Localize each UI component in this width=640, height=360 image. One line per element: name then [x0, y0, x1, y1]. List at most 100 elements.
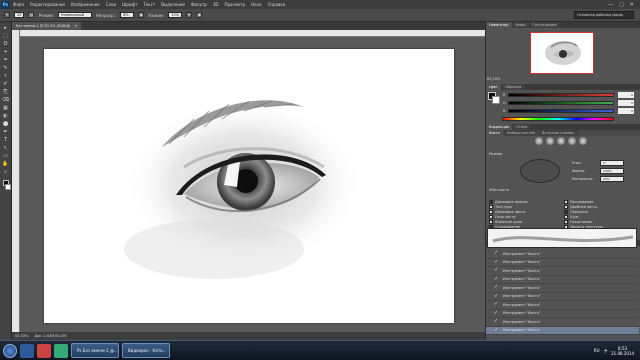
checkbox[interactable]	[564, 210, 568, 214]
brush-subtab[interactable]: Кисть	[486, 130, 503, 136]
brush-option[interactable]: Двойная кисть	[564, 205, 639, 209]
start-button[interactable]	[3, 343, 17, 358]
brush-angle-widget[interactable]	[520, 159, 560, 183]
explorer-icon[interactable]	[20, 343, 34, 358]
color-channel-value[interactable]: 0	[618, 92, 634, 98]
background-swatch[interactable]	[4, 184, 11, 190]
language-indicator[interactable]: RU	[594, 348, 600, 353]
tool-icon[interactable]: ✋	[2, 161, 10, 168]
document-canvas[interactable]	[44, 49, 454, 323]
document-tab[interactable]: Без имени-1 @ 83,3% (RGB/8) ✕	[12, 22, 82, 30]
brush-tip-icon[interactable]	[557, 137, 565, 145]
menu-item[interactable]: Редактирование	[30, 2, 65, 7]
tool-icon[interactable]: ⚕	[2, 73, 10, 80]
history-item[interactable]: ✓ Инструмент "Кисть"	[486, 318, 639, 327]
brush-option[interactable]: Передача	[564, 210, 639, 214]
checkbox[interactable]	[564, 205, 568, 209]
color-channel-slider[interactable]	[508, 93, 614, 97]
tool-icon[interactable]: ✒	[2, 129, 10, 136]
menu-item[interactable]: Слои	[106, 2, 116, 7]
history-item[interactable]: ✓ Инструмент "Кисть"	[486, 293, 639, 301]
media-player-icon[interactable]	[37, 343, 51, 358]
navigator-tab[interactable]: Гистограмма	[529, 22, 560, 28]
history-item[interactable]: ✓ Инструмент "Кисть"	[486, 301, 639, 310]
pressure-size-icon[interactable]: ◉	[196, 12, 203, 18]
brush-field-value[interactable]: 0°	[600, 160, 624, 166]
menu-item[interactable]: 3D	[213, 2, 219, 7]
menu-item[interactable]: Окно	[251, 2, 262, 7]
tool-icon[interactable]: ⎘	[2, 89, 10, 96]
flow-field[interactable]: 10%	[168, 12, 183, 18]
brush-panel-toggle-icon[interactable]: ▤	[28, 12, 35, 18]
volume-icon[interactable]: ◔	[604, 348, 608, 353]
background-color-swatch[interactable]	[492, 96, 500, 104]
clock[interactable]: 8:53 21.08.2014	[611, 346, 634, 356]
checkbox[interactable]	[564, 215, 568, 219]
tool-icon[interactable]: ⬚	[2, 33, 10, 40]
brush-option[interactable]: Текстура	[489, 205, 564, 209]
airbrush-icon[interactable]: ✈	[186, 12, 193, 18]
brush-tip-icon[interactable]	[546, 137, 554, 145]
taskbar-item[interactable]: Видеорол - Ката...	[122, 343, 170, 358]
tool-icon[interactable]: ⌖	[2, 49, 10, 56]
color-channel-slider[interactable]	[508, 109, 614, 113]
color-spectrum[interactable]	[502, 117, 614, 121]
navigator-zoom[interactable]: 83,33%	[487, 77, 500, 81]
checkbox[interactable]	[489, 200, 493, 204]
color-channel-value[interactable]: 0	[618, 108, 634, 114]
taskbar-item[interactable]: Ps Без имени-1 @...	[71, 343, 119, 358]
brush-subtab[interactable]: Наборы кистей	[503, 130, 538, 136]
menu-item[interactable]: Файл	[13, 2, 24, 7]
tool-icon[interactable]: ✎	[2, 65, 10, 72]
tool-icon[interactable]: ʘ	[2, 41, 10, 48]
tool-icon[interactable]: ⬤	[2, 121, 10, 128]
history-item[interactable]: ✓ Инструмент "Кисть"	[486, 310, 639, 318]
brush-tip-icon[interactable]	[579, 137, 587, 145]
color-channel-slider[interactable]	[508, 101, 614, 105]
pressure-opacity-icon[interactable]: ◉	[138, 12, 145, 18]
opacity-field[interactable]: 8%	[120, 12, 135, 18]
navigator-tab[interactable]: Навигатор	[486, 22, 512, 28]
mode-select[interactable]: Нормальный	[57, 12, 92, 18]
tool-icon[interactable]: T	[2, 137, 10, 144]
menu-item[interactable]: Фильтр	[191, 2, 207, 7]
history-item[interactable]: ✓ Инструмент "Кисть"	[486, 276, 639, 284]
brush-option[interactable]: Влажные края	[489, 220, 564, 224]
brush-option[interactable]: Динамика формы	[489, 200, 564, 204]
close-tab-icon[interactable]: ✕	[74, 22, 77, 30]
brush-subtab[interactable]: Источник клонир.	[538, 130, 578, 136]
maximize-button[interactable]: □	[619, 2, 624, 8]
navigator-tab[interactable]: Инфо	[512, 22, 529, 28]
checkbox[interactable]	[489, 220, 493, 224]
tool-icon[interactable]: ▦	[2, 105, 10, 112]
tool-icon[interactable]: ▭	[2, 153, 10, 160]
menu-item[interactable]: Просмотр	[224, 2, 245, 7]
brush-option[interactable]: Шум	[564, 215, 639, 219]
menu-item[interactable]: Шрифт	[122, 2, 137, 7]
brush-option[interactable]: Накопление	[564, 220, 639, 224]
checkbox[interactable]	[489, 210, 493, 214]
menu-item[interactable]: Выделение	[161, 2, 185, 7]
brush-size-field[interactable]: 20	[14, 12, 25, 18]
history-item[interactable]: ✓ Инструмент "Кисть"	[486, 284, 639, 293]
checkbox[interactable]	[489, 215, 493, 219]
checkbox[interactable]	[564, 200, 568, 204]
menu-item[interactable]: Текст	[143, 2, 155, 7]
color-tab[interactable]: Образцы	[501, 84, 525, 90]
brush-field-value[interactable]: 100%	[600, 168, 624, 174]
close-button[interactable]: ✕	[630, 2, 634, 8]
brush-field-value[interactable]: 25%	[600, 176, 624, 182]
color-channel-value[interactable]: 0	[618, 100, 634, 106]
history-item[interactable]: ✓ Инструмент "Кисть"	[486, 259, 639, 267]
menu-item[interactable]: Справка	[268, 2, 286, 7]
checkbox[interactable]	[564, 220, 568, 224]
app-icon[interactable]	[54, 343, 68, 358]
tool-icon[interactable]: ⌗	[2, 57, 10, 64]
menu-item[interactable]: Изображение	[71, 2, 100, 7]
tool-icon[interactable]: ◐	[2, 113, 10, 120]
tool-icon[interactable]: ↖	[2, 145, 10, 152]
history-item[interactable]: ✓ Инструмент "Кисть"	[486, 267, 639, 276]
tool-icon[interactable]: ▸	[2, 25, 10, 32]
brush-tip-icon[interactable]	[535, 137, 543, 145]
tool-icon[interactable]: ⌫	[2, 97, 10, 104]
